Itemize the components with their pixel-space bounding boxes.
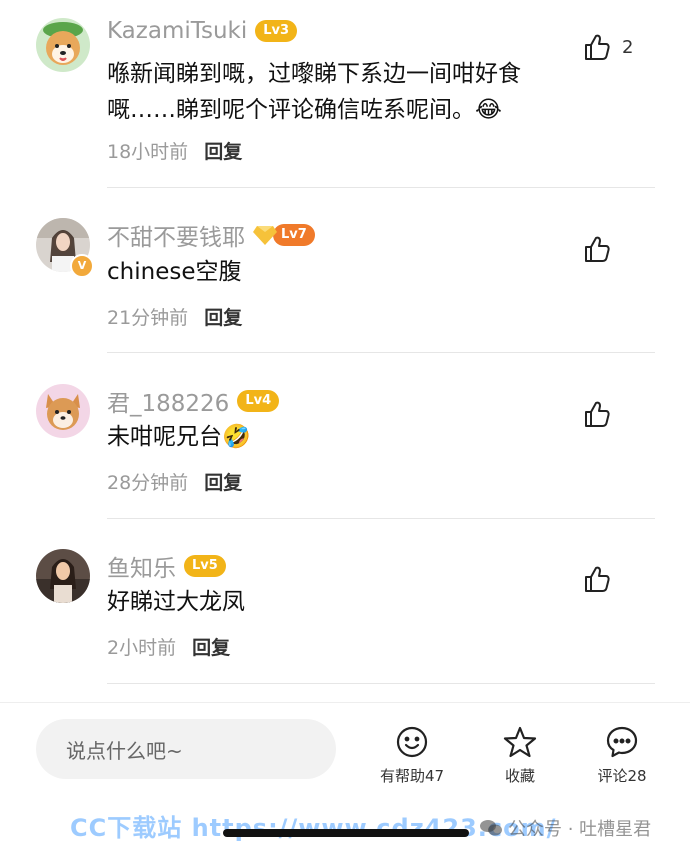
comment-time: 28分钟前	[107, 472, 189, 494]
wechat-watermark-text: 公众号 · 吐槽星君	[508, 819, 652, 840]
like-button[interactable]	[582, 564, 622, 594]
level-badge: Lv3	[255, 20, 298, 42]
reply-button[interactable]: 回复	[204, 307, 242, 329]
avatar[interactable]	[36, 384, 90, 438]
thumbs-up-icon	[585, 34, 610, 60]
comment-content: chinese空腹	[107, 259, 242, 285]
comment-time: 2小时前	[107, 637, 177, 659]
comment-meta: 18小时前 回复	[107, 137, 242, 164]
comment-time: 21分钟前	[107, 307, 189, 329]
username-text[interactable]: 不甜不要钱耶	[107, 218, 245, 252]
comment-meta: 28分钟前 回复	[107, 468, 242, 495]
reply-button[interactable]: 回复	[204, 472, 242, 494]
level-badge: Lv7	[273, 224, 315, 246]
divider	[107, 683, 655, 684]
comments-button[interactable]: 评论28	[572, 725, 672, 786]
like-count: 2	[622, 36, 634, 58]
username-text[interactable]: 君_188226	[107, 384, 229, 418]
helpful-button[interactable]: 有帮助47	[362, 725, 462, 786]
divider	[107, 518, 655, 519]
shiba-avatar-icon	[36, 384, 90, 438]
favorite-label: 收藏	[504, 767, 535, 785]
username[interactable]: 不甜不要钱耶 Lv7	[107, 218, 315, 252]
comment-content: 好睇过大龙凤	[107, 589, 245, 615]
favorite-button[interactable]: 收藏	[470, 725, 570, 786]
home-indicator[interactable]	[223, 829, 469, 837]
vip-level: Lv7	[253, 224, 315, 246]
shiba-dog-avatar-icon	[36, 18, 90, 72]
username[interactable]: KazamiTsuki Lv3	[107, 18, 298, 44]
level-badge: Lv4	[237, 390, 280, 412]
verified-badge-icon: V	[70, 254, 94, 278]
username[interactable]: 君_188226 Lv4	[107, 384, 280, 418]
comment-input[interactable]: 说点什么吧~	[36, 719, 336, 779]
comment-meta: 21分钟前 回复	[107, 303, 242, 330]
comments-label: 评论28	[597, 767, 647, 785]
reply-button[interactable]: 回复	[204, 141, 242, 163]
smile-icon	[396, 726, 428, 758]
thumbs-up-icon	[585, 236, 610, 262]
like-button[interactable]: 2	[582, 32, 633, 62]
comment-meta: 2小时前 回复	[107, 633, 230, 660]
comment-bubble-icon	[606, 726, 638, 758]
comment-input-placeholder: 说点什么吧~	[66, 738, 183, 763]
reply-button[interactable]: 回复	[192, 637, 230, 659]
level-badge: Lv5	[184, 555, 226, 577]
thumbs-up-icon	[585, 401, 610, 427]
star-icon	[503, 726, 537, 758]
username-text[interactable]: KazamiTsuki	[107, 18, 247, 44]
comment-content: 未咁呢兄台🤣	[107, 424, 251, 450]
comment-time: 18小时前	[107, 141, 189, 163]
like-button[interactable]	[582, 399, 622, 429]
woman-photo-avatar-icon	[36, 549, 90, 603]
divider	[107, 187, 655, 188]
avatar[interactable]	[36, 549, 90, 603]
helpful-label: 有帮助47	[379, 767, 445, 785]
wechat-icon	[480, 820, 502, 836]
divider	[107, 352, 655, 353]
thumbs-up-icon	[585, 566, 610, 592]
username-text[interactable]: 鱼知乐	[107, 549, 176, 583]
diamond-icon	[253, 226, 277, 245]
comment-content: 喺新闻睇到嘅，过嚟睇下系边一间咁好食嘅……睇到呢个评论确信咗系呢间。😂	[107, 61, 521, 123]
avatar[interactable]	[36, 18, 90, 72]
bottom-action-bar: 说点什么吧~ 有帮助47 收藏 评论28 CC下载站 https://www.c…	[0, 702, 690, 853]
like-button[interactable]	[582, 234, 622, 264]
wechat-watermark: 公众号 · 吐槽星君	[480, 815, 651, 841]
username[interactable]: 鱼知乐 Lv5	[107, 549, 226, 583]
